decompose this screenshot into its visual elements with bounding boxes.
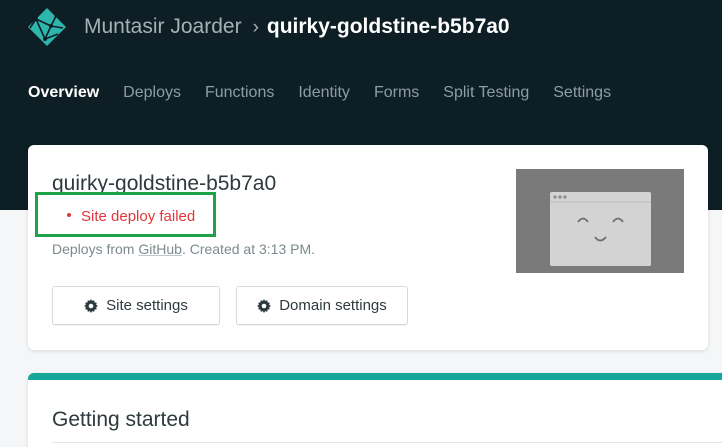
site-meta: Deploys from GitHub. Created at 3:13 PM. [52, 241, 315, 257]
status-dot-icon [67, 213, 71, 218]
tab-identity[interactable]: Identity [298, 84, 350, 102]
site-nav: Overview Deploys Functions Identity Form… [28, 84, 635, 102]
site-settings-label: Site settings [106, 297, 188, 314]
tab-settings[interactable]: Settings [553, 84, 611, 102]
site-name-link[interactable]: quirky-goldstine-b5b7a0 [267, 15, 510, 38]
tab-split-testing[interactable]: Split Testing [443, 84, 529, 102]
deploy-status[interactable]: Site deploy failed [67, 208, 195, 225]
meta-suffix: . Created at 3:13 PM. [181, 241, 316, 257]
domain-settings-button[interactable]: Domain settings [236, 286, 408, 325]
deploy-status-text: Site deploy failed [81, 208, 196, 225]
smiley-browser-placeholder-icon [550, 192, 651, 266]
team-name-link[interactable]: Muntasir Joarder [84, 15, 242, 38]
tab-forms[interactable]: Forms [374, 84, 419, 102]
netlify-logo-icon[interactable] [26, 6, 68, 48]
tab-functions[interactable]: Functions [205, 84, 274, 102]
domain-settings-label: Domain settings [279, 297, 387, 314]
tab-deploys[interactable]: Deploys [123, 84, 181, 102]
getting-started-title: Getting started [52, 408, 190, 431]
gear-icon [257, 298, 272, 313]
getting-started-card: Getting started [28, 373, 722, 447]
divider [52, 442, 722, 443]
site-preview-thumbnail[interactable] [516, 169, 684, 273]
meta-prefix: Deploys from [52, 241, 139, 257]
github-link[interactable]: GitHub [138, 241, 182, 257]
site-settings-button[interactable]: Site settings [52, 286, 220, 325]
tab-overview[interactable]: Overview [28, 84, 99, 102]
breadcrumb-separator: › [252, 17, 259, 38]
breadcrumb: Muntasir Joarder › quirky-goldstine-b5b7a0 [84, 15, 510, 39]
gear-icon [84, 298, 99, 313]
site-overview-card: quirky-goldstine-b5b7a0 Site deploy fail… [28, 145, 708, 350]
